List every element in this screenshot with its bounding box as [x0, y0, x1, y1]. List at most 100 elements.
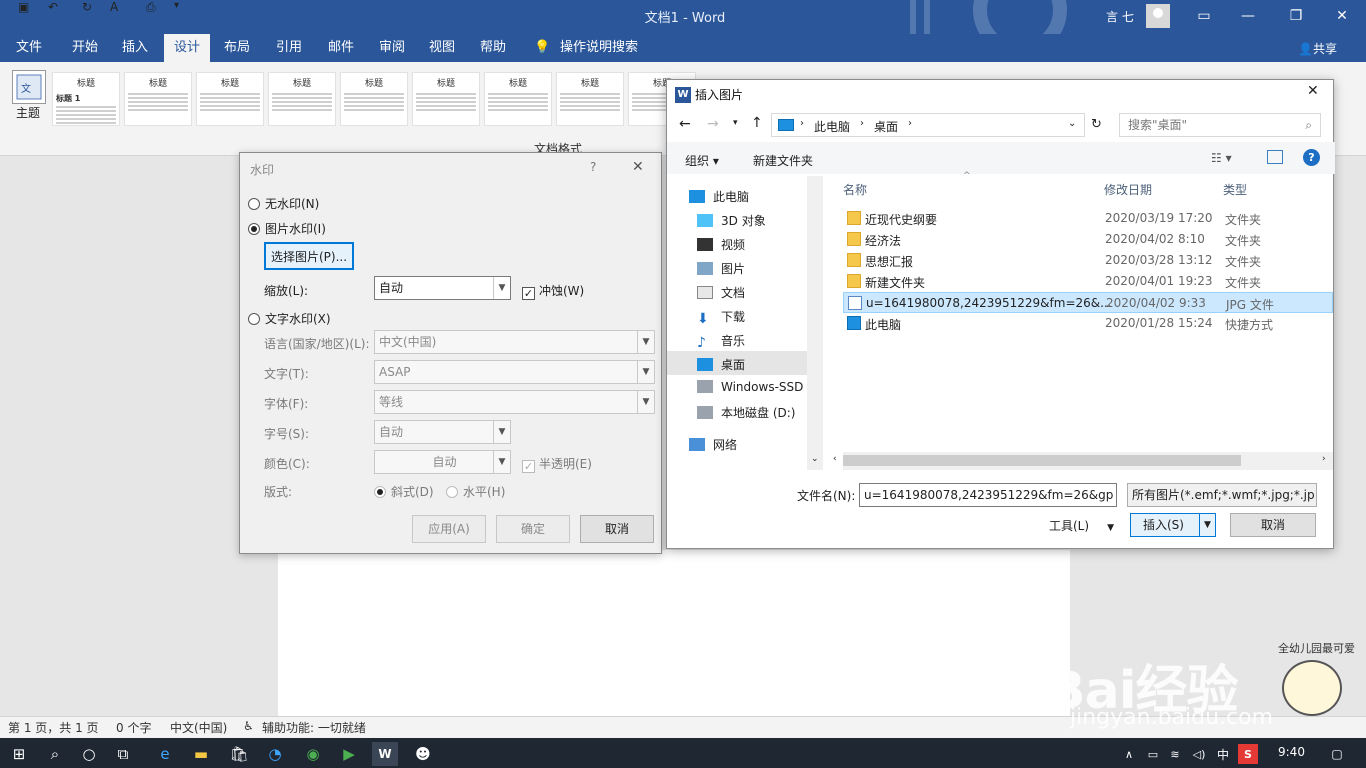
close-icon[interactable]: ✕ — [632, 159, 644, 175]
accessibility-status[interactable]: 辅助功能: 一切就绪 — [262, 719, 366, 736]
chevron-down-icon[interactable]: ⌄ — [1068, 118, 1076, 129]
refresh-icon[interactable]: ↻ — [1091, 117, 1102, 132]
clock-app-icon[interactable]: ◔ — [262, 742, 288, 766]
column-name[interactable]: 名称 — [843, 181, 867, 198]
back-icon[interactable]: ← — [679, 116, 691, 132]
style-set-thumbnail[interactable]: 标题 — [412, 72, 480, 126]
app-taskbar-icon[interactable]: ☻ — [410, 742, 436, 766]
volume-icon[interactable]: ◁) — [1186, 742, 1212, 766]
no-watermark-radio[interactable]: 无水印(N) — [248, 195, 319, 212]
wifi-icon[interactable]: ≋ — [1162, 742, 1188, 766]
tab-home[interactable]: 开始 — [62, 34, 108, 62]
tell-me-search[interactable]: 操作说明搜索 — [550, 34, 648, 62]
insert-dropdown-icon[interactable]: ▼ — [1199, 514, 1215, 536]
ribbon-display-icon[interactable]: ▭ — [1182, 2, 1226, 30]
cortana-icon[interactable]: ○ — [76, 742, 102, 766]
language-status[interactable]: 中文(中国) — [170, 719, 227, 736]
avatar[interactable] — [1146, 4, 1170, 28]
ime-icon[interactable]: 中 — [1210, 742, 1236, 766]
file-explorer-icon[interactable]: ▬ — [188, 742, 214, 766]
tab-review[interactable]: 审阅 — [369, 34, 415, 62]
cancel-button[interactable]: 取消 — [580, 515, 654, 543]
picture-watermark-radio[interactable]: 图片水印(I) — [248, 220, 326, 237]
washout-checkbox[interactable]: ✓ 冲蚀(W) — [522, 282, 584, 300]
close-icon[interactable]: ✕ — [1307, 83, 1319, 99]
nav-downloads[interactable]: ⬇ 下载 — [697, 308, 745, 326]
new-folder-button[interactable]: 新建文件夹 — [753, 152, 813, 169]
style-set-thumbnail[interactable]: 标题 — [340, 72, 408, 126]
breadcrumb-this-pc[interactable]: 此电脑 — [814, 118, 850, 135]
file-row[interactable]: 此电脑 2020/01/28 15:24 快捷方式 — [843, 313, 1333, 334]
nav-windows-ssd[interactable]: Windows-SSD — [697, 380, 803, 394]
word-taskbar-icon[interactable]: W — [372, 742, 398, 766]
organize-button[interactable]: 组织 ▾ — [685, 152, 719, 169]
insert-button[interactable]: 插入(S) ▼ — [1130, 513, 1216, 537]
format-painter-icon[interactable]: A — [110, 0, 118, 14]
filename-input[interactable]: u=1641980078,2423951229&fm=26&gp — [859, 483, 1117, 507]
style-set-thumbnail[interactable]: 标题 — [556, 72, 624, 126]
nav-pictures[interactable]: 图片 — [697, 260, 745, 277]
help-icon[interactable]: ? — [1303, 149, 1320, 166]
view-options-icon[interactable]: ☷ ▾ — [1211, 151, 1232, 165]
search-input[interactable]: 搜索"桌面" ⌕ — [1119, 113, 1321, 137]
nav-documents[interactable]: 文档 — [697, 284, 745, 301]
style-set-thumbnail[interactable]: 标题 — [268, 72, 336, 126]
clock[interactable]: 9:40 — [1278, 745, 1305, 759]
help-icon[interactable]: ? — [590, 160, 596, 174]
recent-locations-icon[interactable]: ▾ — [733, 118, 738, 128]
word-count[interactable]: 0 个字 — [116, 719, 151, 736]
nav-network[interactable]: 网络 — [689, 436, 737, 453]
column-modified[interactable]: 修改日期 — [1104, 181, 1152, 198]
share-button[interactable]: 👤共享 — [1298, 40, 1337, 57]
lightbulb-icon[interactable]: 💡 — [534, 40, 550, 55]
select-picture-button[interactable]: 选择图片(P)... — [264, 242, 354, 270]
redo-icon[interactable]: ↻ — [82, 0, 92, 14]
tab-references[interactable]: 引用 — [266, 34, 312, 62]
tab-view[interactable]: 视图 — [419, 34, 465, 62]
close-icon[interactable]: ✕ — [1320, 2, 1364, 30]
chevron-left-icon[interactable]: ‹ — [833, 454, 837, 464]
file-row[interactable]: 新建文件夹 2020/04/01 19:23 文件夹 — [843, 271, 1333, 292]
user-name[interactable]: 言 七 — [1106, 8, 1134, 25]
nav-music[interactable]: ♪ 音乐 — [697, 332, 745, 350]
task-view-icon[interactable]: ⧉ — [110, 742, 136, 766]
document-page[interactable] — [278, 550, 1070, 720]
search-icon[interactable]: ⌕ — [42, 742, 68, 766]
chevron-up-icon[interactable]: ∧ — [1116, 742, 1142, 766]
browser-icon[interactable]: ◉ — [300, 742, 326, 766]
nav-desktop[interactable]: 桌面 — [697, 356, 745, 373]
file-row-selected[interactable]: u=1641980078,2423951229&fm=26&... 2020/04… — [843, 292, 1333, 313]
customize-qat-icon[interactable]: ▾ — [174, 0, 179, 11]
save-icon[interactable]: ▣ — [18, 0, 29, 14]
media-player-icon[interactable]: ▶ — [336, 742, 362, 766]
style-set-thumbnail[interactable]: 标题 — [484, 72, 552, 126]
minimize-icon[interactable]: — — [1226, 2, 1270, 30]
print-preview-icon[interactable]: ⎙ — [146, 0, 156, 15]
theme-icon[interactable]: 文 — [12, 70, 46, 104]
windows-start-icon[interactable]: ⊞ — [6, 742, 32, 766]
nav-3d-objects[interactable]: 3D 对象 — [697, 212, 766, 229]
chevron-right-icon[interactable]: › — [1322, 454, 1326, 464]
tab-layout[interactable]: 布局 — [214, 34, 260, 62]
tab-design[interactable]: 设计 — [164, 34, 211, 62]
page-count[interactable]: 第 1 页，共 1 页 — [8, 719, 99, 736]
notification-icon[interactable]: ▢ — [1324, 742, 1350, 766]
nav-videos[interactable]: 视频 — [697, 236, 745, 253]
scale-select[interactable]: 自动 ▼ — [374, 276, 511, 300]
breadcrumb-desktop[interactable]: 桌面 — [874, 118, 898, 135]
sogou-icon[interactable]: S — [1238, 744, 1258, 764]
theme-button-label[interactable]: 主题 — [16, 104, 40, 121]
file-type-filter[interactable]: 所有图片(*.emf;*.wmf;*.jpg;*.jp — [1127, 483, 1317, 507]
tab-insert[interactable]: 插入 — [112, 34, 158, 62]
chevron-down-icon[interactable]: ⌄ — [811, 454, 819, 464]
file-row[interactable]: 思想汇报 2020/03/28 13:12 文件夹 — [843, 250, 1333, 271]
edge-icon[interactable]: e — [152, 742, 178, 766]
nav-local-disk-d[interactable]: 本地磁盘 (D:) — [697, 404, 795, 421]
scroll-thumb[interactable] — [843, 455, 1241, 466]
column-type[interactable]: 类型 — [1223, 181, 1247, 198]
tab-mailings[interactable]: 邮件 — [318, 34, 364, 62]
nav-scrollbar[interactable] — [807, 176, 823, 470]
style-set-thumbnail[interactable]: 标题 — [124, 72, 192, 126]
cancel-button[interactable]: 取消 — [1230, 513, 1316, 537]
preview-pane-icon[interactable] — [1267, 150, 1283, 164]
